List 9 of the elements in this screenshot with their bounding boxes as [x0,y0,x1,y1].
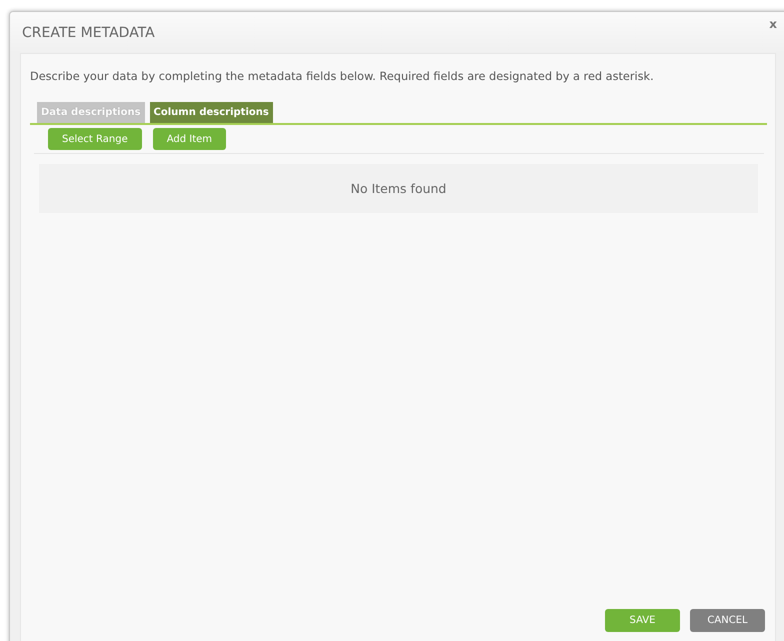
description-text: Describe your data by completing the metadata fields below. Required fields are designated by a red asterisk. [30,70,655,83]
select-range-button[interactable]: Select Range [48,128,142,150]
dialog-title: CREATE METADATA [22,24,155,40]
save-button[interactable]: SAVE [605,609,680,632]
cancel-button[interactable]: CANCEL [690,609,765,632]
empty-message: No Items found [350,181,446,196]
close-button[interactable]: x [769,16,777,30]
tab[interactable]: Column descriptions [150,102,273,123]
add-item-button[interactable]: Add Item [152,128,226,150]
